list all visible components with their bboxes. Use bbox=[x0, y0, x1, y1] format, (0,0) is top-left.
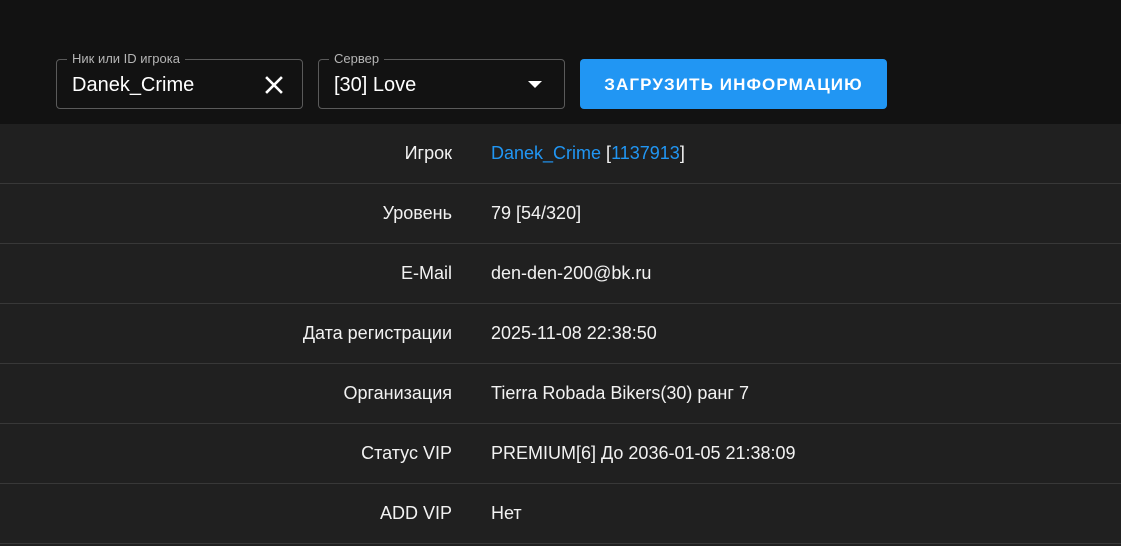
email-value: den-den-200@bk.ru bbox=[491, 263, 652, 283]
close-icon[interactable] bbox=[262, 73, 286, 97]
add-vip-value: Нет bbox=[491, 503, 522, 523]
organization-label: Организация bbox=[343, 383, 452, 403]
nick-input-label: Ник или ID игрока bbox=[67, 52, 185, 66]
vip-status-row: Статус VIP PREMIUM[6] До 2036-01-05 21:3… bbox=[0, 424, 1121, 484]
nick-input-field[interactable]: Ник или ID игрока Danek_Crime bbox=[56, 52, 303, 109]
player-name-link[interactable]: Danek_Crime bbox=[491, 143, 601, 163]
email-label: E-Mail bbox=[400, 263, 452, 283]
player-info-table: Игрок Danek_Crime [1137913] Уровень 79 [… bbox=[0, 124, 1121, 544]
add-vip-label: ADD VIP bbox=[379, 503, 452, 523]
player-label: Игрок bbox=[404, 143, 452, 163]
organization-row: Организация Tierra Robada Bikers(30) ран… bbox=[0, 364, 1121, 424]
chevron-down-icon[interactable] bbox=[528, 81, 542, 88]
registration-date-label: Дата регистрации bbox=[302, 323, 452, 343]
server-select-value[interactable]: [30] Love bbox=[334, 73, 416, 97]
email-row: E-Mail den-den-200@bk.ru bbox=[0, 244, 1121, 304]
player-id-link[interactable]: 1137913 bbox=[611, 143, 680, 163]
load-info-button[interactable]: ЗАГРУЗИТЬ ИНФОРМАЦИЮ bbox=[580, 59, 887, 109]
vip-status-value: PREMIUM[6] До 2036-01-05 21:38:09 bbox=[491, 443, 796, 463]
player-row: Игрок Danek_Crime [1137913] bbox=[0, 124, 1121, 184]
nick-input-value[interactable]: Danek_Crime bbox=[72, 73, 194, 97]
server-select[interactable]: Сервер [30] Love bbox=[318, 52, 565, 109]
add-vip-row: ADD VIP Нет bbox=[0, 484, 1121, 544]
level-label: Уровень bbox=[382, 203, 452, 223]
search-toolbar: Ник или ID игрока Danek_Crime Сервер [30… bbox=[0, 0, 1121, 124]
vip-status-label: Статус VIP bbox=[361, 443, 452, 463]
registration-date-row: Дата регистрации 2025-11-08 22:38:50 bbox=[0, 304, 1121, 364]
level-value: 79 [54/320] bbox=[491, 203, 582, 223]
level-row: Уровень 79 [54/320] bbox=[0, 184, 1121, 244]
organization-value: Tierra Robada Bikers(30) ранг 7 bbox=[491, 383, 749, 403]
player-value: Danek_Crime [1137913] bbox=[491, 143, 685, 163]
server-select-label: Сервер bbox=[329, 52, 385, 66]
registration-date-value: 2025-11-08 22:38:50 bbox=[491, 323, 657, 343]
